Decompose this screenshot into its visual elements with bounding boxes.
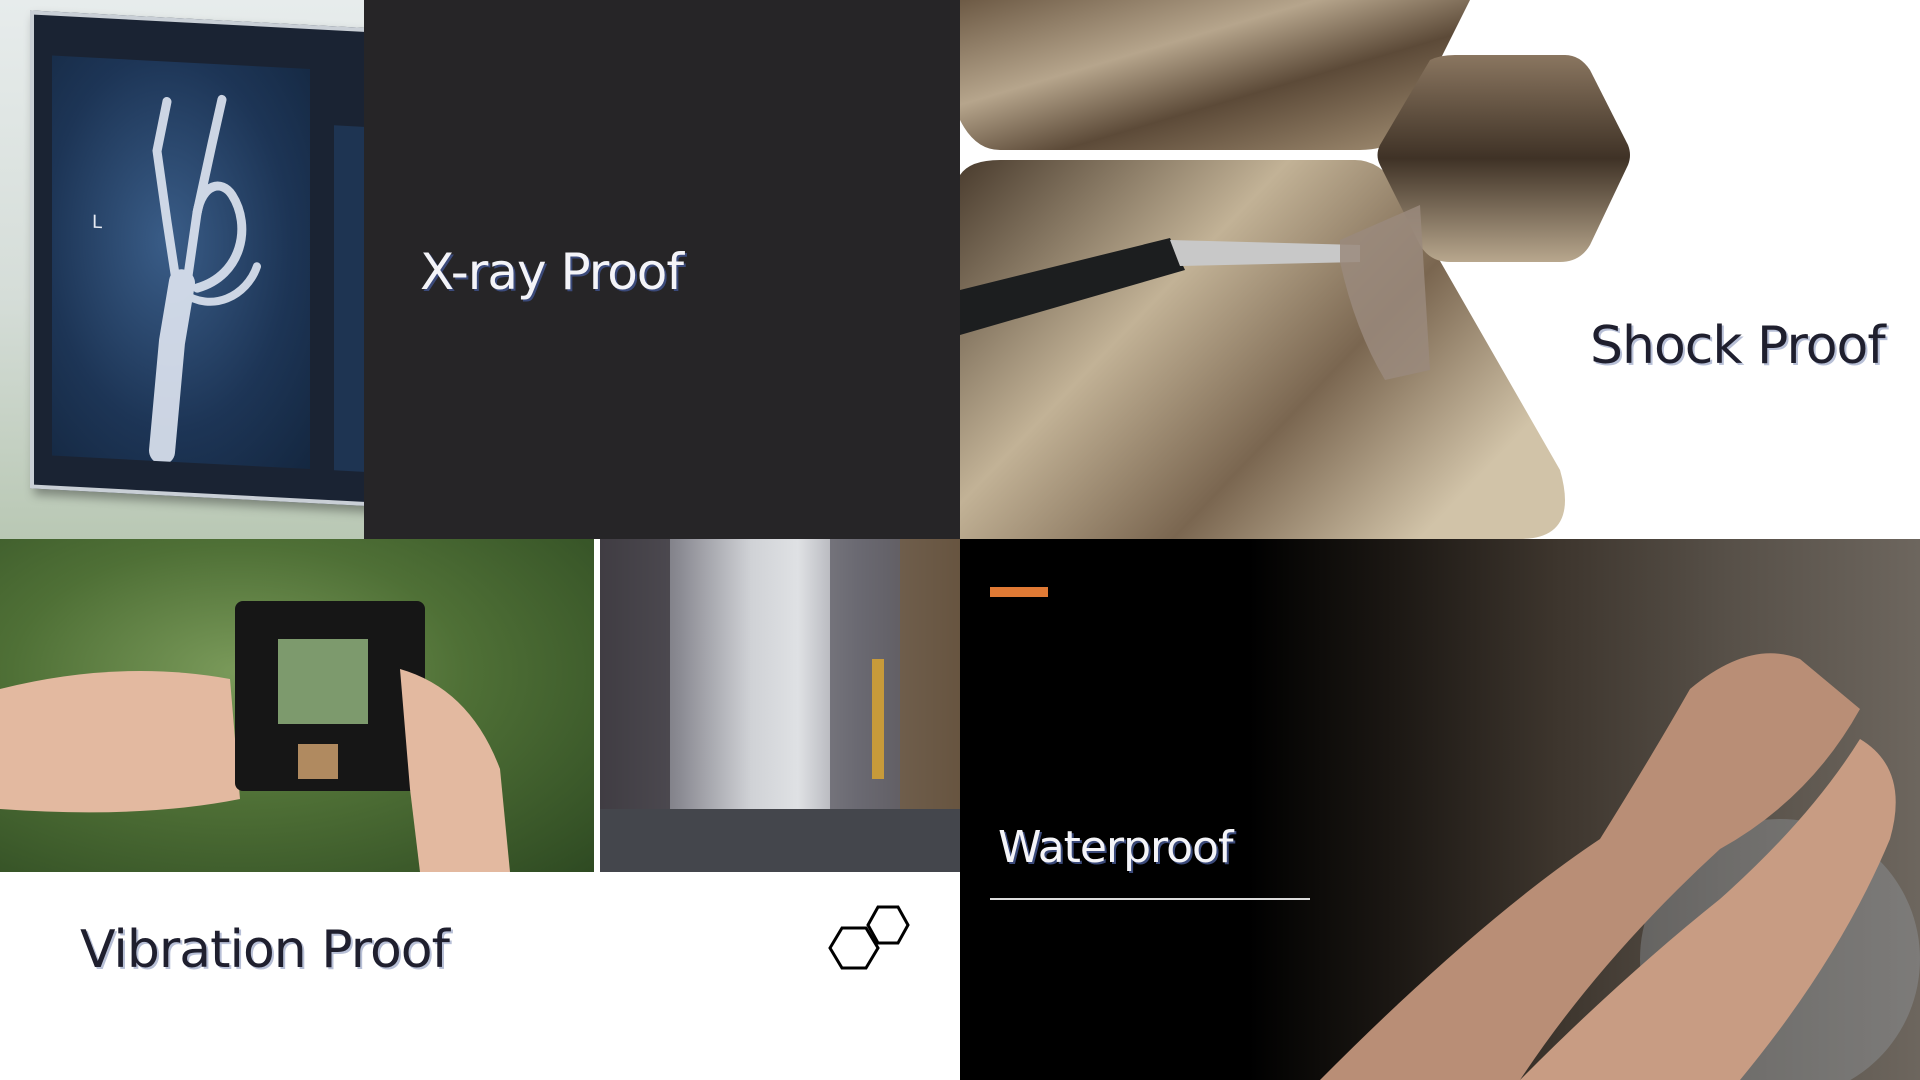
collage: L X-ray Proof Shock Proof Vibration Proo… xyxy=(0,0,1920,1080)
xray-photo: L xyxy=(0,0,364,539)
shock-panel: Shock Proof xyxy=(960,0,1920,539)
vibration-proof-title: Vibration Proof xyxy=(80,920,450,980)
shock-proof-title: Shock Proof xyxy=(1590,316,1886,376)
title-underline xyxy=(990,898,1310,900)
xray-proof-title: X-ray Proof xyxy=(420,243,684,301)
xray-text-panel: X-ray Proof xyxy=(364,0,960,539)
vibration-text-panel: Vibration Proof xyxy=(0,872,960,1080)
hands-water-illustration xyxy=(1320,653,1920,1080)
xray-monitor: L xyxy=(30,10,364,508)
xray-film: L xyxy=(52,55,310,470)
city-blur-photo xyxy=(600,539,960,872)
street-illustration xyxy=(600,539,960,872)
hexagons-icon xyxy=(828,905,910,970)
vibration-photo xyxy=(0,539,594,872)
camera-hands-illustration xyxy=(0,601,510,872)
accent-bar xyxy=(990,587,1048,597)
xray-film-secondary xyxy=(334,125,364,474)
hand-xray-illustration: L xyxy=(92,94,261,465)
svg-text:L: L xyxy=(92,212,102,234)
waterproof-panel: Waterproof xyxy=(960,539,1920,1080)
shock-hexagon-photos xyxy=(960,0,1630,539)
waterproof-title: Waterproof xyxy=(998,822,1233,873)
